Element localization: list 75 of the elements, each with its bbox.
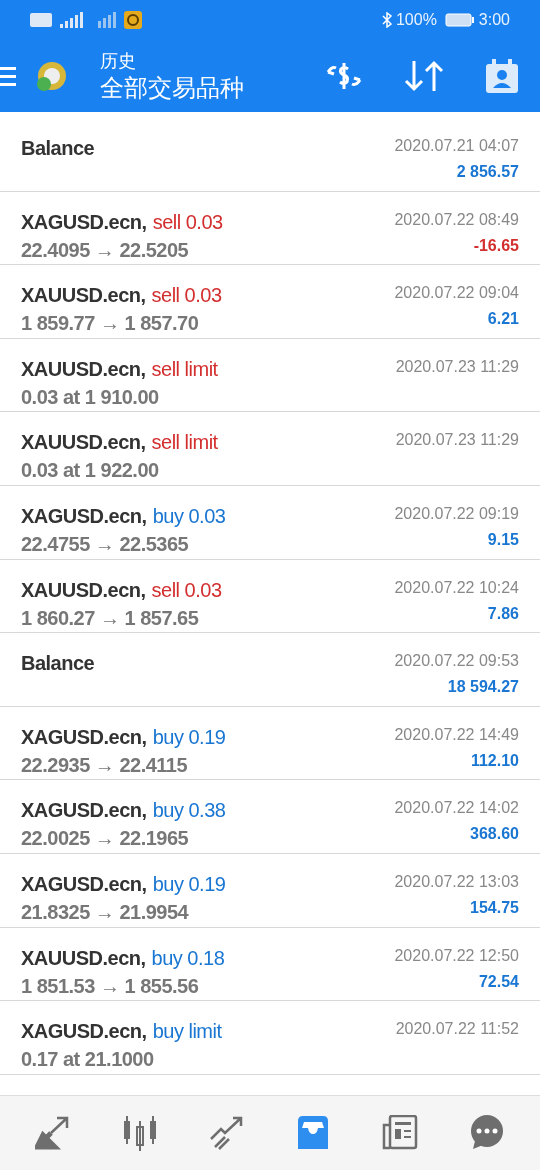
newspaper-icon[interactable]: [381, 1115, 418, 1151]
menu-icon[interactable]: [0, 65, 16, 87]
timestamp: 2020.07.23 11:29: [395, 356, 519, 377]
hd-icon: [30, 13, 52, 27]
contact-card-icon[interactable]: [484, 58, 520, 94]
timestamp: 2020.07.22 14:02: [394, 798, 519, 819]
profit-value: 368.60: [470, 824, 519, 845]
order-type: sell 0.03: [152, 209, 223, 234]
timestamp: 2020.07.22 09:19: [394, 503, 519, 524]
order-type: buy 0.19: [152, 724, 226, 749]
symbol-name: XAGUSD.ecn,: [21, 1019, 147, 1044]
symbol-name: XAGUSD.ecn,: [21, 724, 147, 749]
symbol-name: XAUUSD.ecn,: [21, 577, 146, 602]
symbol-name: XAUUSD.ecn,: [21, 283, 146, 308]
timestamp: 2020.07.22 10:24: [394, 577, 519, 598]
sort-icon[interactable]: [404, 59, 444, 93]
profit-value: 112.10: [470, 750, 519, 771]
timestamp: 2020.07.22 12:50: [394, 945, 519, 966]
price-detail: 22.2935 → 22.4115: [21, 752, 189, 777]
symbol-name: XAGUSD.ecn,: [21, 209, 147, 234]
timestamp: 2020.07.22 11:52: [395, 1019, 519, 1040]
profit-value: 72.54: [478, 971, 519, 992]
chat-bubble-icon[interactable]: [468, 1115, 505, 1151]
profit-value: 9.15: [487, 529, 519, 550]
symbol-name: XAUUSD.ecn,: [21, 945, 146, 970]
profit-value: 154.75: [470, 897, 519, 918]
price-detail: 22.4095 → 22.5205: [21, 237, 190, 262]
clock-time: 3:00: [478, 10, 510, 30]
timestamp: 2020.07.23 11:29: [395, 430, 519, 451]
symbol-name: XAGUSD.ecn,: [21, 871, 147, 896]
profit-value: 7.86: [487, 603, 519, 624]
order-type: buy limit: [152, 1019, 222, 1044]
order-type: sell 0.03: [151, 577, 222, 602]
symbol-name: XAGUSD.ecn,: [21, 798, 147, 823]
profit-value: 18 594.27: [447, 677, 519, 698]
bluetooth-icon: [381, 12, 392, 28]
timestamp: 2020.07.22 09:04: [394, 283, 519, 304]
timestamp: 2020.07.22 14:49: [394, 724, 519, 745]
candlestick-icon[interactable]: [122, 1115, 158, 1151]
symbol-name: XAGUSD.ecn,: [21, 503, 147, 528]
symbol-name: XAUUSD.ecn,: [21, 356, 146, 381]
app-notification-icon: [124, 11, 142, 29]
price-detail: 21.8325 → 21.9954: [21, 899, 190, 924]
header-title: 历史: [100, 52, 137, 70]
price-detail: 0.17 at 21.1000: [21, 1047, 155, 1072]
price-detail: 22.4755 → 22.5365: [21, 531, 190, 556]
order-type: sell 0.03: [151, 283, 222, 308]
balance-label: Balance: [21, 136, 95, 160]
timestamp: 2020.07.22 13:03: [394, 871, 519, 892]
order-type: sell limit: [151, 356, 218, 381]
price-detail: 0.03 at 1 910.00: [21, 384, 160, 409]
price-detail: 0.03 at 1 922.00: [21, 458, 160, 483]
balance-label: Balance: [21, 651, 95, 676]
timestamp: 2020.07.22 09:53: [394, 651, 519, 672]
timestamp: 2020.07.22 08:49: [394, 209, 519, 230]
timestamp: 2020.07.21 04:07: [394, 136, 519, 156]
profit-value: 2 856.57: [456, 162, 519, 182]
trend-chart-icon[interactable]: [208, 1115, 245, 1151]
order-type: buy 0.19: [152, 871, 226, 896]
price-detail: 1 851.53 → 1 855.56: [21, 973, 200, 998]
price-detail: 1 859.77 → 1 857.70: [21, 311, 200, 336]
battery-percent: 100%: [395, 10, 437, 30]
order-type: buy 0.18: [151, 945, 225, 970]
signal-icon: [60, 12, 86, 28]
profit-value: -16.65: [473, 235, 519, 256]
header-subtitle: 全部交易品种: [100, 76, 244, 100]
battery-icon: [444, 13, 475, 27]
order-type: sell limit: [151, 430, 218, 455]
symbol-name: XAUUSD.ecn,: [21, 430, 146, 455]
profit-value: 6.21: [487, 309, 519, 330]
order-type: buy 0.38: [152, 798, 226, 823]
price-detail: 1 860.27 → 1 857.65: [21, 605, 200, 630]
order-type: buy 0.03: [152, 503, 226, 528]
currency-exchange-icon[interactable]: [324, 60, 364, 92]
price-detail: 22.0025 → 22.1965: [21, 826, 190, 851]
